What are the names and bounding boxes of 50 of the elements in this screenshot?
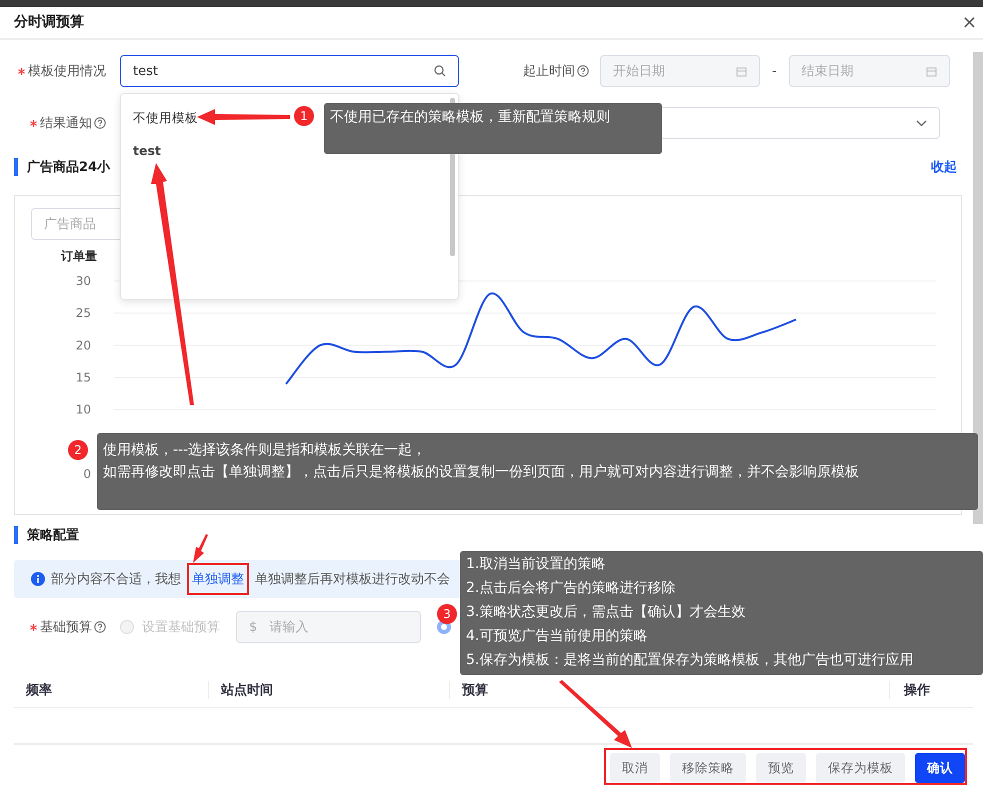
search-icon — [434, 65, 446, 77]
collapse-link[interactable]: 收起 — [931, 158, 957, 176]
y-axis-label: 订单量 — [61, 249, 97, 263]
help-icon — [94, 117, 106, 129]
y-tick-label: 0 — [83, 467, 91, 481]
field-label: 起止时间 — [523, 63, 575, 80]
y-tick-label: 15 — [76, 370, 91, 384]
field-label: 基础预算 — [40, 619, 92, 636]
footer-button[interactable]: 取消 — [610, 753, 660, 783]
template-search-field[interactable]: test — [120, 55, 459, 87]
annotation-text: 4.可预览广告当前使用的策略 — [466, 627, 648, 646]
column-header: 频率 — [24, 682, 53, 699]
footer-button[interactable]: 确认 — [915, 753, 965, 783]
footer-button[interactable]: 移除策略 — [670, 753, 746, 783]
annotation-text: 使用模板，---选择该条件则是指和模板关联在一起， — [103, 441, 428, 460]
scrollbar[interactable] — [973, 52, 983, 524]
calendar-icon — [736, 66, 747, 76]
date-separator: - — [772, 64, 777, 78]
step-badge: 3 — [437, 604, 457, 624]
step-badge: 2 — [68, 440, 88, 460]
close-button[interactable]: × — [962, 12, 977, 33]
section-title: 策略配置 — [14, 526, 79, 544]
annotation-text: 2.点击后会将广告的策略进行移除 — [466, 579, 676, 598]
annotation-text: 3.策略状态更改后，需点击【确认】才会生效 — [466, 603, 746, 622]
y-tick-label: 30 — [76, 274, 91, 288]
chevron-down-icon — [916, 120, 927, 126]
adjust-link[interactable]: 单独调整 — [187, 563, 249, 595]
notice-text: 单独调整后再对模板进行改动不会 — [255, 571, 450, 588]
y-tick-label: 25 — [76, 306, 91, 320]
radio-label: 设置基础预算 — [142, 619, 220, 636]
footer-button[interactable]: 预览 — [756, 753, 806, 783]
annotation-text: 如需再修改即点击【单独调整】，点击后只是将模板的设置复制一份到页面，用户就可对内容进行调整，并不会影响原模板 — [103, 463, 860, 482]
help-icon — [577, 65, 589, 77]
help-icon — [94, 621, 106, 633]
field-label: 结果通知 — [40, 115, 92, 132]
column-header: 站点时间 — [208, 681, 449, 699]
column-header: 操作 — [889, 681, 973, 699]
arrow — [193, 534, 208, 563]
notice-text: 部分内容不合适，我想 — [51, 571, 181, 588]
annotation-text: 不使用已存在的策略模板，重新配置策略规则 — [330, 108, 611, 127]
dialog-title: 分时调预算 — [14, 13, 84, 32]
info-icon — [31, 572, 45, 586]
field-label: 模板使用情况 — [28, 63, 106, 80]
footer-button[interactable]: 保存为模板 — [816, 753, 905, 783]
section-title: 广告商品24小 — [14, 158, 110, 176]
calendar-icon — [926, 66, 937, 76]
y-tick-label: 20 — [76, 338, 91, 352]
annotation-text: 5.保存为模板：是将当前的配置保存为策略模板，其他广告也可进行应用 — [466, 651, 914, 670]
y-tick-label: 10 — [76, 402, 91, 417]
annotation-text: 1.取消当前设置的策略 — [466, 555, 606, 574]
